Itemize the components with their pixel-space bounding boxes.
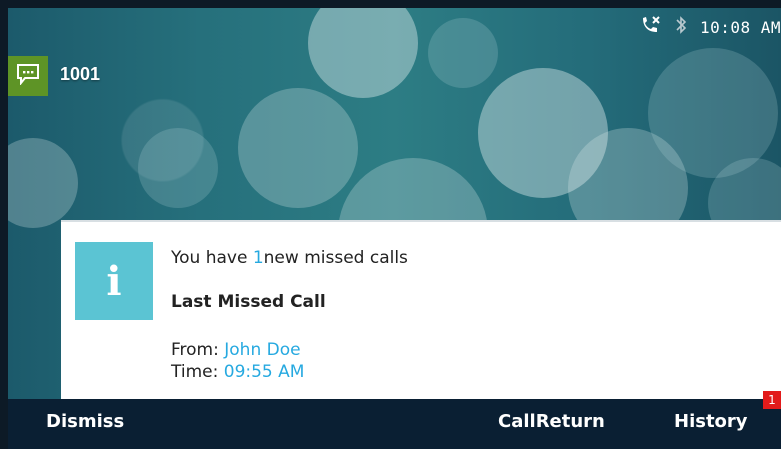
history-softkey[interactable]: History: [674, 411, 748, 432]
summary-suffix: new missed calls: [263, 248, 408, 268]
bokeh-decoration: [138, 128, 218, 208]
status-bar: 10:08 AM: [640, 8, 781, 46]
from-value: John Doe: [224, 340, 301, 360]
bluetooth-icon: [674, 15, 688, 39]
message-icon: [16, 63, 40, 89]
bokeh-decoration: [428, 18, 498, 88]
time-row: Time: 09:55 AM: [171, 362, 304, 382]
history-badge: 1: [763, 391, 781, 409]
from-label: From:: [171, 340, 219, 360]
summary-prefix: You have: [171, 248, 248, 268]
time-label: Time:: [171, 362, 219, 382]
softkey-bar: Dismiss CallReturn History 1: [8, 391, 781, 449]
phone-screen: 10:08 AM 1001 i You have 1new missed cal…: [8, 8, 781, 449]
time-value: 09:55 AM: [223, 362, 305, 382]
bokeh-decoration: [8, 138, 78, 228]
missed-count: 1: [252, 248, 264, 268]
info-icon: i: [75, 242, 153, 320]
dismiss-softkey[interactable]: Dismiss: [46, 411, 124, 432]
missed-call-summary: You have 1new missed calls: [171, 248, 408, 268]
from-row: From: John Doe: [171, 340, 301, 360]
bokeh-decoration: [238, 88, 358, 208]
dialog-heading: Last Missed Call: [171, 292, 326, 312]
line-number: 1001: [60, 64, 101, 84]
callreturn-softkey[interactable]: CallReturn: [498, 411, 605, 432]
status-time: 10:08 AM: [699, 17, 781, 37]
missed-call-icon: [640, 15, 662, 39]
line-badge[interactable]: [8, 56, 48, 96]
missed-call-dialog: i You have 1new missed calls Last Missed…: [61, 220, 781, 401]
bokeh-decoration: [308, 8, 418, 98]
